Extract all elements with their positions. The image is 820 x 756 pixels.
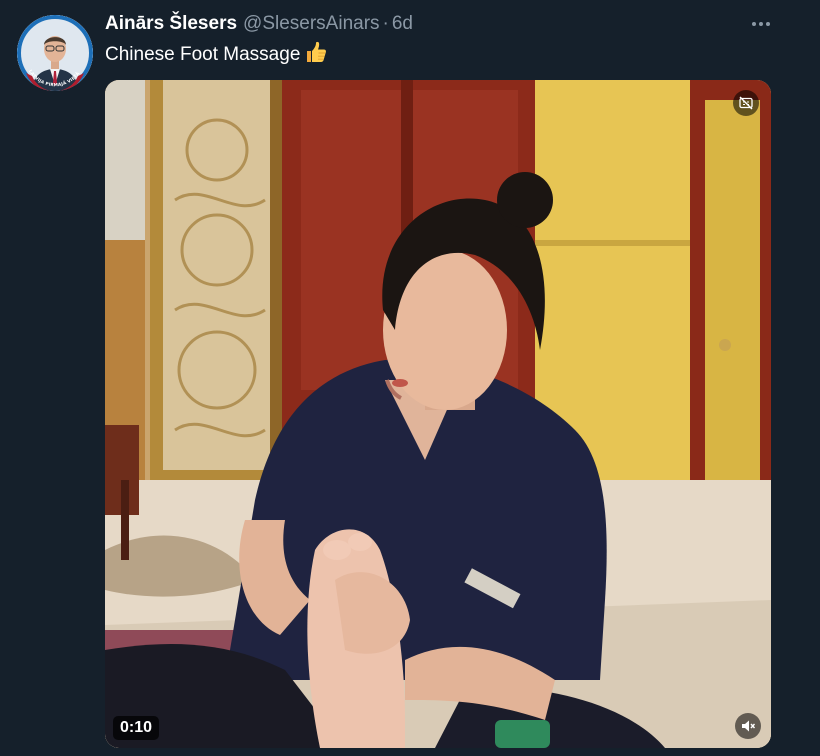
author-handle[interactable]: @SlesersAinars: [243, 13, 380, 35]
tweet-text: Chinese Foot Massage: [105, 40, 328, 72]
avatar[interactable]: LATVIJA PIRMAJĀ VIETĀ: [17, 15, 93, 91]
video-player[interactable]: 0:10: [105, 80, 771, 748]
tweet-text-content: Chinese Foot Massage: [105, 44, 301, 65]
author-name[interactable]: Ainārs Šlesers: [105, 13, 237, 35]
separator-dot: ·: [382, 13, 389, 34]
video-frame: [105, 80, 771, 748]
video-duration: 0:10: [113, 716, 160, 740]
thumbs-up-icon: [304, 40, 328, 72]
more-options-icon[interactable]: [746, 14, 776, 34]
timestamp[interactable]: 6d: [392, 13, 413, 35]
muted-speaker-icon[interactable]: [735, 713, 761, 739]
tweet[interactable]: LATVIJA PIRMAJĀ VIETĀ Ainārs Šlesers @Sl…: [0, 0, 820, 756]
tweet-header: Ainārs Šlesers @SlesersAinars · 6d: [105, 11, 413, 37]
no-captions-icon[interactable]: [733, 90, 759, 116]
avatar-image: LATVIJA PIRMAJĀ VIETĀ: [17, 15, 93, 91]
